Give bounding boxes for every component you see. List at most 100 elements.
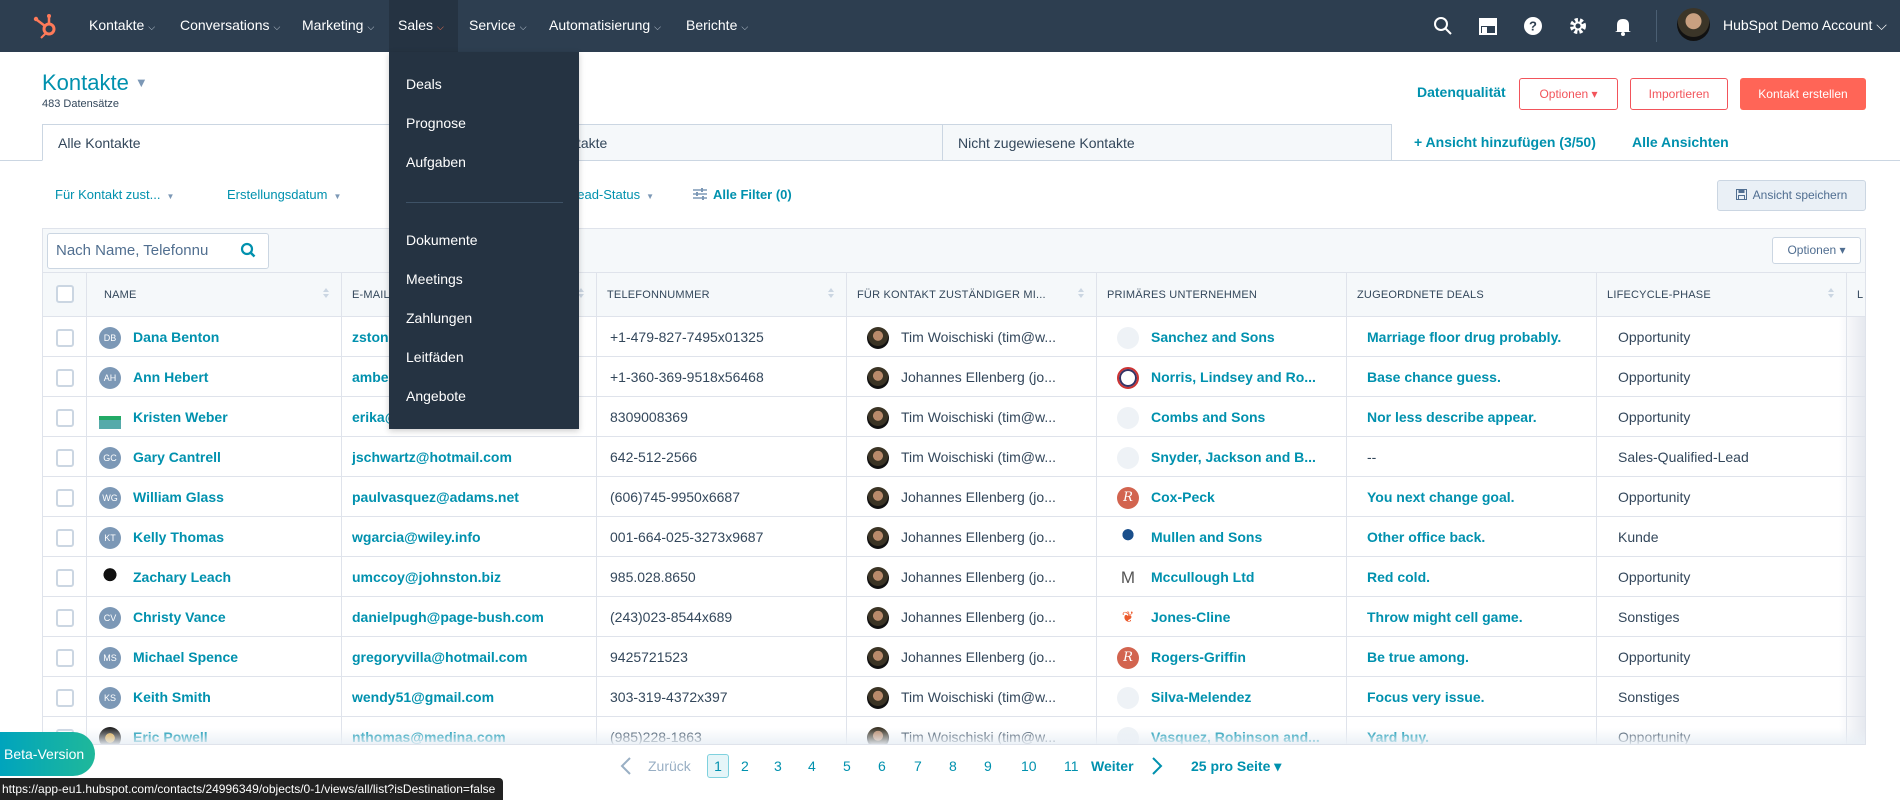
email-link[interactable]: gregoryvilla@hotmail.com — [352, 649, 527, 665]
sort-icon[interactable] — [1078, 288, 1084, 300]
save-view-button[interactable]: Ansicht speichern — [1717, 180, 1866, 211]
page-title[interactable]: Kontakte ▼ — [42, 70, 148, 96]
company-link[interactable]: Combs and Sons — [1151, 409, 1265, 425]
nav-automatisierung[interactable]: Automatisierung ⌵ — [540, 0, 670, 52]
add-view-button[interactable]: + Ansicht hinzufügen (3/50) — [1414, 134, 1596, 150]
column-header-company[interactable]: PRIMÄRES UNTERNEHMEN — [1097, 273, 1347, 317]
contact-name-link[interactable]: Michael Spence — [133, 649, 238, 665]
page-button[interactable]: 10 — [1021, 755, 1037, 777]
company-link[interactable]: Mccullough Ltd — [1151, 569, 1254, 585]
menu-item-prognose[interactable]: Prognose — [406, 115, 466, 131]
sort-icon[interactable] — [828, 288, 834, 300]
table-options-button[interactable]: Optionen ▾ — [1772, 237, 1861, 264]
column-header-name[interactable]: NAME — [87, 273, 342, 317]
user-avatar[interactable] — [1677, 8, 1710, 41]
email-link[interactable]: danielpugh@page-bush.com — [352, 609, 544, 625]
row-checkbox[interactable] — [56, 369, 74, 387]
search-input[interactable] — [56, 242, 226, 259]
filter-lead-status[interactable]: Lead-Status ▼ — [570, 187, 654, 202]
page-button[interactable]: 9 — [984, 755, 992, 777]
options-button[interactable]: Optionen ▾ — [1519, 78, 1618, 110]
column-header-deals[interactable]: ZUGEORDNETE DEALS — [1347, 273, 1597, 317]
contact-name-link[interactable]: Keith Smith — [133, 689, 211, 705]
menu-item-zahlungen[interactable]: Zahlungen — [406, 310, 472, 326]
page-button[interactable]: 7 — [914, 755, 922, 777]
contact-name-link[interactable]: Kelly Thomas — [133, 529, 224, 545]
company-link[interactable]: Jones-Cline — [1151, 609, 1230, 625]
contact-name-link[interactable]: Eric Powell — [133, 729, 208, 744]
row-checkbox[interactable] — [56, 529, 74, 547]
prev-page-button[interactable]: Zurück — [648, 755, 691, 777]
row-checkbox[interactable] — [56, 609, 74, 627]
notifications-icon[interactable] — [1612, 15, 1634, 37]
contact-name-link[interactable]: Ann Hebert — [133, 369, 208, 385]
email-link[interactable]: jschwartz@hotmail.com — [352, 449, 512, 465]
deal-link[interactable]: Be true among. — [1367, 649, 1469, 665]
deal-link[interactable]: Yard buy. — [1367, 729, 1429, 744]
email-link[interactable]: umccoy@johnston.biz — [352, 569, 501, 585]
page-button[interactable]: 8 — [949, 755, 957, 777]
contact-name-link[interactable]: Dana Benton — [133, 329, 219, 345]
deal-link[interactable]: You next change goal. — [1367, 489, 1515, 505]
company-link[interactable]: Rogers-Griffin — [1151, 649, 1246, 665]
filter-owner[interactable]: Für Kontakt zust... ▼ — [55, 187, 174, 202]
company-link[interactable]: Cox-Peck — [1151, 489, 1215, 505]
per-page-select[interactable]: 25 pro Seite ▾ — [1191, 755, 1281, 777]
row-checkbox[interactable] — [56, 449, 74, 467]
hubspot-logo-icon[interactable] — [32, 12, 60, 40]
column-header-phone[interactable]: TELEFONNUMMER — [597, 273, 847, 317]
deal-link[interactable]: Red cold. — [1367, 569, 1430, 585]
column-header-owner[interactable]: FÜR KONTAKT ZUSTÄNDIGER MI... — [847, 273, 1097, 317]
contact-name-link[interactable]: Gary Cantrell — [133, 449, 221, 465]
row-checkbox[interactable] — [56, 409, 74, 427]
menu-item-aufgaben[interactable]: Aufgaben — [406, 154, 466, 170]
page-button[interactable]: 5 — [843, 755, 851, 777]
chevron-right-icon[interactable] — [1151, 756, 1163, 776]
company-link[interactable]: Silva-Melendez — [1151, 689, 1251, 705]
page-button[interactable]: 11 — [1064, 755, 1079, 777]
help-icon[interactable]: ? — [1522, 15, 1544, 37]
beta-version-badge[interactable]: Beta-Version — [0, 732, 95, 776]
deal-link[interactable]: Marriage floor drug probably. — [1367, 329, 1561, 345]
menu-item-dokumente[interactable]: Dokumente — [406, 232, 478, 248]
menu-item-deals[interactable]: Deals — [406, 76, 442, 92]
create-contact-button[interactable]: Kontakt erstellen — [1740, 78, 1866, 110]
row-checkbox[interactable] — [56, 569, 74, 587]
sort-icon[interactable] — [323, 288, 329, 300]
all-filters-button[interactable]: Alle Filter (0) — [693, 187, 792, 202]
page-button[interactable]: 4 — [808, 755, 816, 777]
row-checkbox[interactable] — [56, 489, 74, 507]
row-checkbox[interactable] — [56, 689, 74, 707]
row-checkbox[interactable] — [56, 649, 74, 667]
nav-sales[interactable]: Sales ⌵ — [389, 0, 458, 52]
sort-icon[interactable] — [1828, 288, 1834, 300]
row-checkbox[interactable] — [56, 329, 74, 347]
company-link[interactable]: Snyder, Jackson and B... — [1151, 449, 1316, 465]
contact-name-link[interactable]: Christy Vance — [133, 609, 226, 625]
column-header-lifecycle[interactable]: LIFECYCLE-PHASE — [1597, 273, 1847, 317]
page-button[interactable]: 2 — [741, 755, 749, 777]
tab-unassigned-contacts[interactable]: Nicht zugewiesene Kontakte — [942, 124, 1392, 161]
email-link[interactable]: paulvasquez@adams.net — [352, 489, 519, 505]
deal-link[interactable]: Other office back. — [1367, 529, 1485, 545]
chevron-left-icon[interactable] — [620, 756, 632, 776]
deal-link[interactable]: Throw might cell game. — [1367, 609, 1523, 625]
deal-link[interactable]: Nor less describe appear. — [1367, 409, 1537, 425]
menu-item-angebote[interactable]: Angebote — [406, 388, 466, 404]
contact-name-link[interactable]: William Glass — [133, 489, 224, 505]
column-header-next[interactable]: L — [1847, 273, 1865, 317]
page-button[interactable]: 3 — [774, 755, 782, 777]
email-link[interactable]: wendy51@gmail.com — [352, 689, 494, 705]
deal-link[interactable]: Base chance guess. — [1367, 369, 1501, 385]
company-link[interactable]: Vasquez, Robinson and... — [1151, 729, 1320, 744]
import-button[interactable]: Importieren — [1630, 78, 1728, 110]
deal-link[interactable]: Focus very issue. — [1367, 689, 1485, 705]
menu-item-meetings[interactable]: Meetings — [406, 271, 463, 287]
company-link[interactable]: Mullen and Sons — [1151, 529, 1262, 545]
email-link[interactable]: nthomas@medina.com — [352, 729, 506, 744]
page-button[interactable]: 6 — [878, 755, 886, 777]
search-icon[interactable] — [1432, 15, 1454, 37]
all-views-link[interactable]: Alle Ansichten — [1632, 134, 1729, 150]
data-quality-link[interactable]: Datenqualität — [1417, 84, 1506, 100]
email-link[interactable]: wgarcia@wiley.info — [352, 529, 481, 545]
